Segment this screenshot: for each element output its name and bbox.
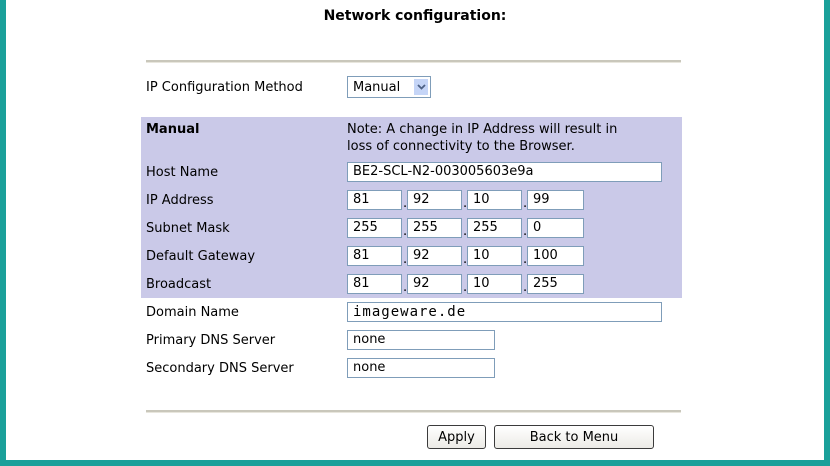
- subnet-mask-label: Subnet Mask: [146, 221, 230, 236]
- ip-change-note-line2: loss of connectivity to the Browser.: [347, 139, 575, 154]
- ip-address-octet-2[interactable]: 92: [407, 190, 462, 210]
- ip-method-value: Manual: [353, 80, 401, 95]
- subnet-mask-octet-3[interactable]: 255: [467, 218, 522, 238]
- bottom-divider: [146, 410, 681, 413]
- subnet-mask-octet-2[interactable]: 255: [407, 218, 462, 238]
- domain-name-input[interactable]: imageware.de: [347, 302, 662, 322]
- ip-method-select[interactable]: Manual: [347, 76, 431, 98]
- broadcast-label: Broadcast: [146, 277, 212, 292]
- gateway-octet-4[interactable]: 100: [527, 246, 584, 266]
- default-gateway-label: Default Gateway: [146, 249, 256, 264]
- broadcast-octet-4[interactable]: 255: [527, 274, 584, 294]
- page-title: Network configuration:: [323, 8, 507, 24]
- ip-change-note-line1: Note: A change in IP Address will result…: [347, 122, 618, 137]
- gateway-octet-3[interactable]: 10: [467, 246, 522, 266]
- secondary-dns-input[interactable]: none: [347, 358, 495, 378]
- secondary-dns-label: Secondary DNS Server: [146, 361, 294, 376]
- broadcast-octet-2[interactable]: 92: [407, 274, 462, 294]
- gateway-octet-2[interactable]: 92: [407, 246, 462, 266]
- manual-heading: Manual: [146, 122, 200, 137]
- host-name-label: Host Name: [146, 165, 219, 180]
- host-name-input[interactable]: BE2-SCL-N2-003005603e9a: [347, 162, 662, 182]
- chevron-down-icon[interactable]: [413, 78, 429, 96]
- ip-address-octet-3[interactable]: 10: [467, 190, 522, 210]
- gateway-octet-1[interactable]: 81: [347, 246, 402, 266]
- apply-button[interactable]: Apply: [427, 425, 486, 449]
- subnet-mask-octet-1[interactable]: 255: [347, 218, 402, 238]
- top-divider: [146, 60, 681, 63]
- domain-name-label: Domain Name: [146, 305, 239, 320]
- primary-dns-label: Primary DNS Server: [146, 333, 276, 348]
- ip-address-octet-4[interactable]: 99: [527, 190, 584, 210]
- subnet-mask-octet-4[interactable]: 0: [527, 218, 584, 238]
- primary-dns-input[interactable]: none: [347, 330, 495, 350]
- ip-address-label: IP Address: [146, 193, 214, 208]
- ip-address-octet-1[interactable]: 81: [347, 190, 402, 210]
- back-to-menu-button[interactable]: Back to Menu: [494, 425, 654, 449]
- ip-method-label: IP Configuration Method: [146, 80, 303, 95]
- broadcast-octet-1[interactable]: 81: [347, 274, 402, 294]
- broadcast-octet-3[interactable]: 10: [467, 274, 522, 294]
